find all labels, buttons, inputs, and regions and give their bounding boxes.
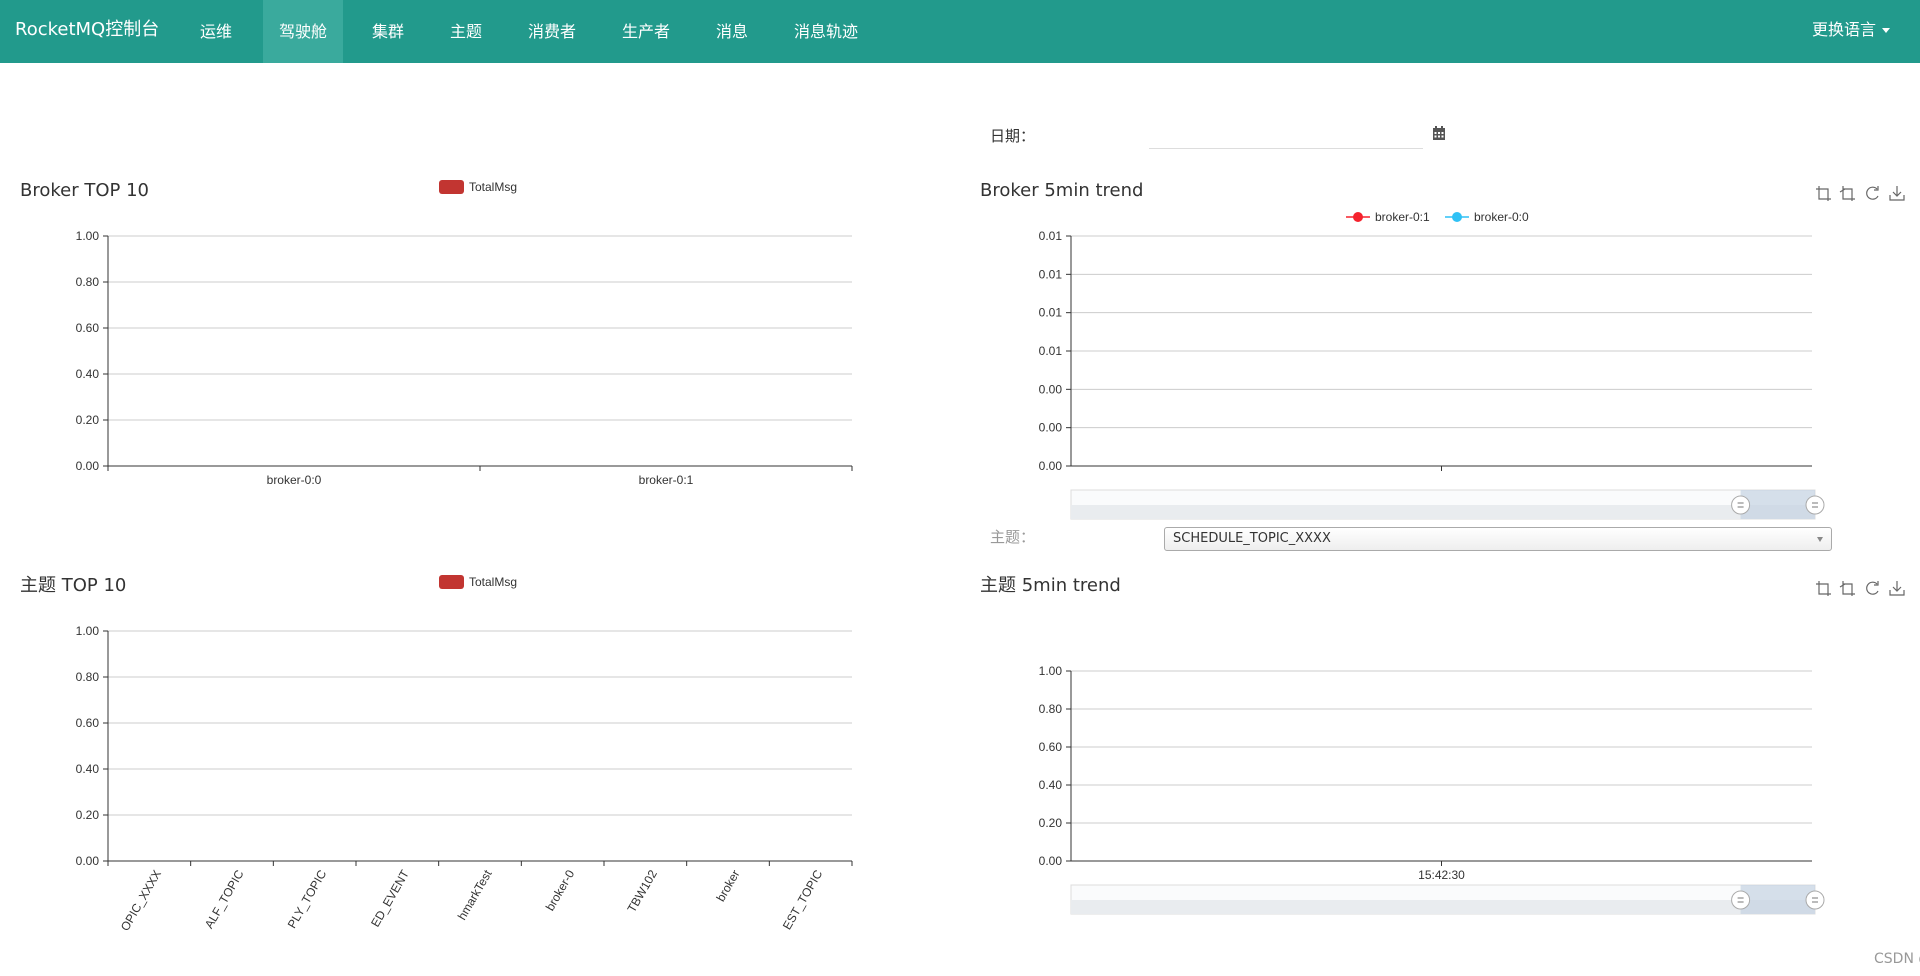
y-tick-label: 0.01 xyxy=(1039,306,1063,320)
y-tick-label: 0.80 xyxy=(76,275,100,289)
y-tick-label: 0.40 xyxy=(1039,778,1063,792)
restore-icon[interactable] xyxy=(1866,186,1879,200)
handle-knob xyxy=(1805,495,1825,515)
x-tick-label: 15:42:30 xyxy=(1418,868,1465,882)
x-tick-label: hmarkTest xyxy=(455,867,495,923)
zoom-icon-shape xyxy=(1816,581,1831,596)
y-tick-label: 0.00 xyxy=(1039,421,1063,435)
zoom-reset-icon-shape xyxy=(1839,186,1855,201)
y-tick-label: 0.00 xyxy=(1039,854,1063,868)
legend-swatch-2 xyxy=(439,575,464,589)
datazoom-handle-left[interactable] xyxy=(1731,495,1751,515)
datazoom-selection xyxy=(1740,885,1815,914)
y-tick-label: 0.00 xyxy=(1039,459,1063,473)
datazoom-shadow xyxy=(1071,900,1815,914)
handle-knob xyxy=(1731,890,1751,910)
datazoom-selection xyxy=(1740,490,1815,519)
save-image-icon[interactable] xyxy=(1889,581,1905,596)
zoom-icon[interactable] xyxy=(1816,581,1831,596)
y-tick-label: 0.40 xyxy=(76,367,100,381)
zoom-reset-icon[interactable] xyxy=(1839,581,1855,596)
charts-canvas: Broker TOP 10 TotalMsg 0.00 0.20 0.40 0.60 0.8… xyxy=(20,180,1905,934)
x-tick-label: broker-0:1 xyxy=(639,473,694,487)
y-tick-label: 1.00 xyxy=(1039,664,1063,678)
legend-marker xyxy=(1353,212,1363,222)
legend-label-0: TotalMsg xyxy=(469,180,517,194)
restore-icon-shape xyxy=(1866,581,1879,595)
handle-knob xyxy=(1731,495,1751,515)
y-tick-label: 0.00 xyxy=(76,854,100,868)
x-tick-label: ALF_TOPIC xyxy=(202,867,247,931)
x-tick-label: EST_TOPIC xyxy=(780,867,826,932)
y-tick-label: 1.00 xyxy=(76,624,100,638)
y-tick-label: 0.20 xyxy=(76,808,100,822)
zoom-reset-icon[interactable] xyxy=(1839,186,1855,201)
y-tick-label: 0.60 xyxy=(76,716,100,730)
y-tick-label: 1.00 xyxy=(76,229,100,243)
y-tick-label: 0.80 xyxy=(76,670,100,684)
datazoom-handle-right[interactable] xyxy=(1805,890,1825,910)
legend-marker xyxy=(1452,212,1462,222)
legend-label: broker-0:1 xyxy=(1375,210,1430,224)
chart-title-3: 主题 5min trend xyxy=(980,575,1121,596)
zoom-icon[interactable] xyxy=(1816,186,1831,201)
x-tick-label: ED_EVENT xyxy=(368,867,412,929)
y-tick-label: 0.01 xyxy=(1039,229,1063,243)
x-tick-label: OPIC_XXXX xyxy=(118,868,164,934)
legend-label: broker-0:0 xyxy=(1474,210,1529,224)
y-tick-label: 0.00 xyxy=(1039,382,1063,396)
x-tick-label: broker xyxy=(713,867,742,903)
chart-title-2: 主题 TOP 10 xyxy=(20,575,126,596)
datazoom-handle-left[interactable] xyxy=(1731,890,1751,910)
y-tick-label: 0.01 xyxy=(1039,267,1063,281)
datazoom-shadow xyxy=(1071,505,1815,519)
chart-title-0: Broker TOP 10 xyxy=(20,180,149,201)
save-image-icon-shape xyxy=(1889,581,1905,596)
chart-title-1: Broker 5min trend xyxy=(980,180,1143,201)
legend-swatch-0 xyxy=(439,180,464,194)
zoom-reset-icon-shape xyxy=(1839,581,1855,596)
datazoom-handle-right[interactable] xyxy=(1805,495,1825,515)
x-tick-label: broker-0 xyxy=(543,867,578,913)
y-tick-label: 0.01 xyxy=(1039,344,1063,358)
y-tick-label: 0.20 xyxy=(1039,816,1063,830)
zoom-icon-shape xyxy=(1816,186,1831,201)
y-tick-label: 0.40 xyxy=(76,762,100,776)
y-tick-label: 0.60 xyxy=(76,321,100,335)
x-tick-label: PLY_TOPIC xyxy=(285,867,330,931)
save-image-icon-shape xyxy=(1889,186,1905,201)
y-tick-label: 0.00 xyxy=(76,459,100,473)
restore-icon-shape xyxy=(1866,186,1879,200)
y-tick-label: 0.80 xyxy=(1039,702,1063,716)
x-tick-label: broker-0:0 xyxy=(267,473,322,487)
x-tick-label: TBW102 xyxy=(624,867,660,915)
restore-icon[interactable] xyxy=(1866,581,1879,595)
y-tick-label: 0.20 xyxy=(76,413,100,427)
handle-knob xyxy=(1805,890,1825,910)
legend-label-2: TotalMsg xyxy=(469,575,517,589)
y-tick-label: 0.60 xyxy=(1039,740,1063,754)
save-image-icon[interactable] xyxy=(1889,186,1905,201)
